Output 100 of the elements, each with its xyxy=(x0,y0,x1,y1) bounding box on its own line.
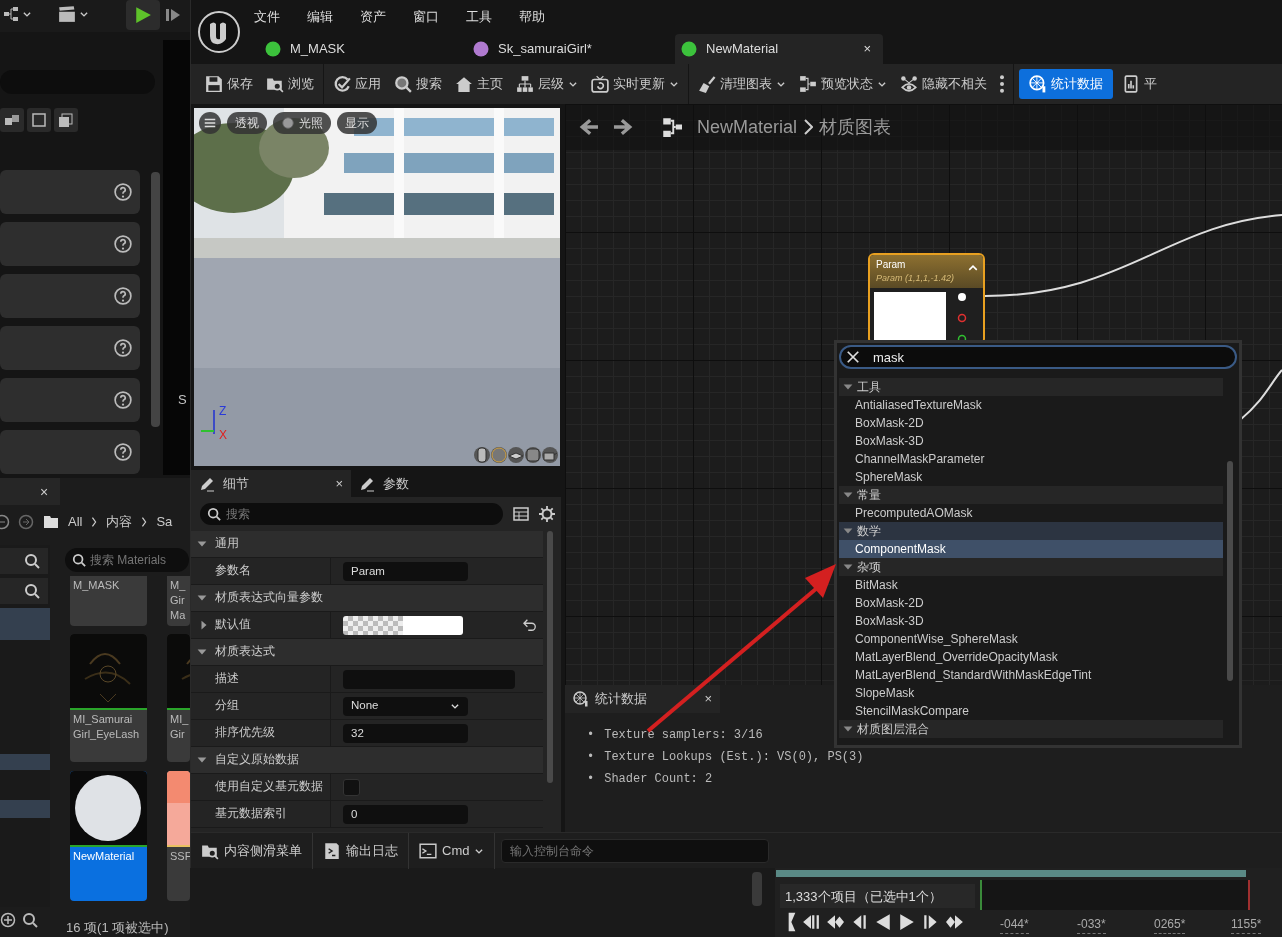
layers-button[interactable] xyxy=(54,108,78,132)
panel-tab[interactable]: 统计数据 × xyxy=(565,685,720,713)
list-item[interactable]: BitMask xyxy=(839,576,1223,594)
close-button[interactable]: × xyxy=(704,689,712,709)
list-item[interactable]: MatLayerBlend_StandardWithMaskEdgeTint xyxy=(839,666,1223,684)
help-icon[interactable] xyxy=(114,391,132,409)
close-button[interactable]: × xyxy=(863,39,871,59)
play-button[interactable] xyxy=(898,912,916,932)
panel-tab[interactable]: 参数 xyxy=(351,470,511,497)
menu-item[interactable]: 文件 xyxy=(254,7,307,27)
list-item[interactable]: ComponentWise_SphereMask xyxy=(839,630,1223,648)
collapse-arrow-icon[interactable] xyxy=(197,647,207,657)
square-button[interactable] xyxy=(27,108,51,132)
asset-tile[interactable]: M_MASK xyxy=(70,576,147,626)
collapse-arrow-icon[interactable] xyxy=(197,539,207,549)
settings-button[interactable] xyxy=(539,506,555,522)
checkbox[interactable] xyxy=(343,778,360,796)
list-item[interactable]: MatLayerBlend_OverrideOpacityMask xyxy=(839,648,1223,666)
list-item[interactable]: ChannelMaskParameter xyxy=(839,450,1223,468)
dropdown[interactable]: None xyxy=(343,696,468,716)
step-button[interactable] xyxy=(165,6,181,24)
category-row[interactable]: 杂项 xyxy=(839,558,1223,576)
scrollbar[interactable] xyxy=(1227,461,1233,681)
scrollbar[interactable] xyxy=(547,531,553,783)
rewind-button[interactable] xyxy=(802,912,820,932)
reset-icon[interactable] xyxy=(523,618,537,632)
search-field[interactable]: 搜索 xyxy=(200,503,503,525)
table-view-button[interactable] xyxy=(513,506,529,522)
collapse-icon[interactable] xyxy=(968,263,978,273)
collapse-arrow-icon[interactable] xyxy=(197,755,207,765)
list-item[interactable]: SlopeMask xyxy=(839,684,1223,702)
menu-item[interactable]: 帮助 xyxy=(519,7,572,27)
close-button[interactable]: × xyxy=(40,482,49,503)
viewport-button[interactable]: 光照 xyxy=(273,112,331,134)
help-icon[interactable] xyxy=(114,183,132,201)
list-item[interactable]: BoxMask-2D xyxy=(839,594,1223,612)
scrollbar[interactable] xyxy=(151,172,160,427)
viewport-button[interactable]: 显示 xyxy=(337,112,377,134)
help-icon[interactable] xyxy=(114,443,132,461)
toolbar-button[interactable]: 预览状态 xyxy=(795,71,891,97)
forward-icon[interactable] xyxy=(18,513,34,530)
toolbar-button[interactable]: 统计数据 xyxy=(1019,69,1113,99)
list-item[interactable]: StencilMaskCompare xyxy=(839,702,1223,720)
play-button[interactable] xyxy=(126,0,160,30)
help-icon[interactable] xyxy=(114,339,132,357)
console-field[interactable]: 输入控制台命令 xyxy=(501,838,770,863)
search-menu[interactable] xyxy=(834,340,1242,748)
text-field[interactable]: 0 xyxy=(343,804,468,824)
cubes-button[interactable] xyxy=(0,108,24,132)
panel-button[interactable]: Cmd xyxy=(409,832,496,869)
breadcrumb-link[interactable]: 内容 xyxy=(106,512,133,532)
forward-arrow-icon[interactable] xyxy=(613,118,633,136)
breadcrumb-link[interactable]: NewMaterial xyxy=(697,113,798,141)
list-item[interactable]: PrecomputedAOMask xyxy=(839,504,1223,522)
list-item[interactable]: ComponentMask xyxy=(839,540,1223,558)
toolbar-button[interactable]: 浏览 xyxy=(262,71,318,97)
color-swatch[interactable] xyxy=(343,615,463,635)
text-field[interactable]: 32 xyxy=(343,723,468,743)
clear-icon[interactable] xyxy=(846,350,860,364)
menu-item[interactable]: 窗口 xyxy=(413,7,466,27)
expand-arrow-icon[interactable] xyxy=(199,620,209,630)
hierarchy-button[interactable] xyxy=(2,6,32,22)
category-row[interactable]: 材质图层混合 xyxy=(839,720,1223,738)
close-button[interactable]: × xyxy=(335,473,343,494)
breadcrumb-link[interactable]: 材质图表 xyxy=(819,113,892,141)
toolbar-button[interactable]: 平 xyxy=(1118,71,1161,97)
search-field[interactable]: mask xyxy=(839,345,1237,369)
help-icon[interactable] xyxy=(114,287,132,305)
back-arrow-icon[interactable] xyxy=(579,118,599,136)
category-row[interactable]: 工具 xyxy=(839,378,1223,396)
panel-tab[interactable]: 细节 × xyxy=(191,470,351,497)
reverse-play-button[interactable] xyxy=(874,912,892,932)
toolbar-button[interactable]: 应用 xyxy=(329,71,385,97)
editor-tab[interactable]: M_MASK xyxy=(259,34,467,64)
breadcrumb-link[interactable]: Sa xyxy=(156,512,173,532)
section-header[interactable]: 通用 xyxy=(215,535,239,553)
menu-item[interactable]: 工具 xyxy=(466,7,519,27)
menu-item[interactable]: 资产 xyxy=(360,7,413,27)
engine-logo-icon[interactable] xyxy=(197,10,241,54)
search-field[interactable]: 搜索 Materials xyxy=(65,548,189,572)
toolbar-button[interactable]: 保存 xyxy=(201,71,257,97)
toolbar-button[interactable]: 清理图表 xyxy=(694,71,790,97)
search-icon[interactable] xyxy=(22,912,38,928)
scrollbar[interactable] xyxy=(752,872,762,906)
category-row[interactable]: 数学 xyxy=(839,522,1223,540)
toolbar-button[interactable]: 层级 xyxy=(512,71,582,97)
toolbar-button[interactable]: 实时更新 xyxy=(587,71,683,97)
panel-button[interactable]: 输出日志 xyxy=(313,832,409,869)
add-icon[interactable] xyxy=(0,912,16,928)
section-header[interactable]: 材质表达式 xyxy=(215,643,275,661)
asset-tile[interactable]: NewMaterial xyxy=(70,771,147,901)
search-button[interactable] xyxy=(0,578,48,604)
text-field[interactable]: Param xyxy=(343,561,468,581)
category-row[interactable]: 常量 xyxy=(839,486,1223,504)
section-header[interactable]: 自定义原始数据 xyxy=(215,751,299,769)
toolbar-button[interactable]: 主页 xyxy=(451,71,507,97)
skip-start-button[interactable] xyxy=(788,912,796,932)
asset-tile[interactable]: MI_ Gir xyxy=(167,634,190,762)
collapse-arrow-icon[interactable] xyxy=(197,593,207,603)
toolbar-button[interactable]: 搜索 xyxy=(390,71,446,97)
